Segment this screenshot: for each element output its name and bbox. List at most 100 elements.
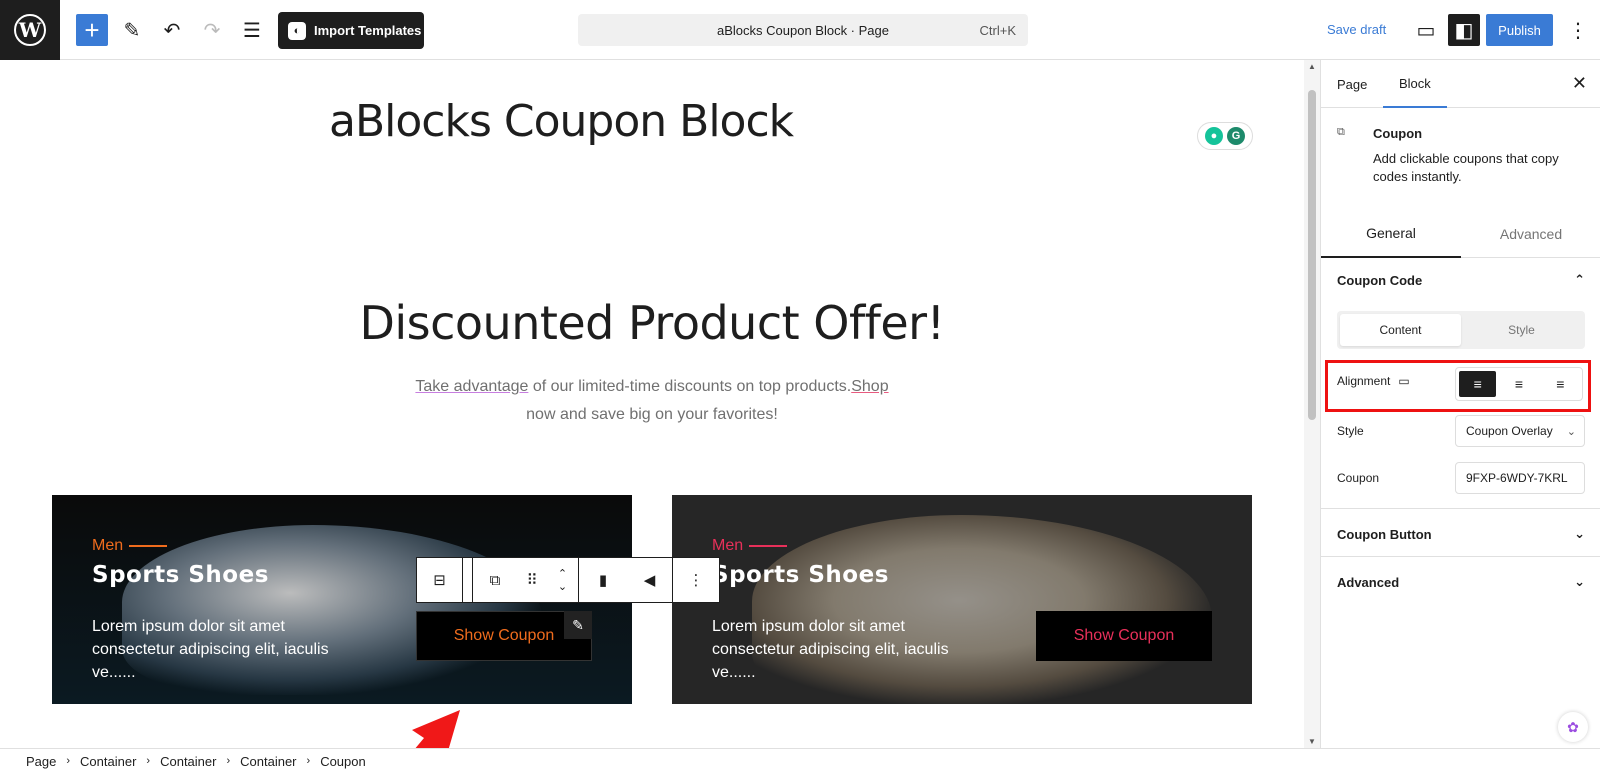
command-shortcut: Ctrl+K bbox=[979, 22, 1016, 38]
settings-panel-icon[interactable]: ◧ bbox=[1448, 14, 1480, 46]
coupon-block-icon: ⧉ bbox=[1337, 126, 1345, 138]
move-up-down-icon[interactable]: ⌃ ⌄ bbox=[547, 558, 579, 602]
breadcrumb-item[interactable]: Container bbox=[80, 754, 136, 769]
tab-advanced[interactable]: Advanced bbox=[1461, 210, 1600, 258]
coupon-block-icon[interactable]: ⧉ bbox=[473, 558, 517, 602]
scroll-up-icon[interactable]: ▲ bbox=[1308, 62, 1316, 71]
grammarly-icon: G bbox=[1227, 127, 1245, 145]
import-templates-button[interactable]: ◐ Import Templates bbox=[278, 12, 424, 49]
align-left-icon[interactable]: ≡ bbox=[1459, 371, 1497, 397]
coupon-card[interactable]: Men Sports Shoes Lorem ipsum dolor sit a… bbox=[672, 495, 1252, 704]
show-coupon-button[interactable]: Show Coupon bbox=[1036, 611, 1212, 661]
style-select-value: Coupon Overlay bbox=[1466, 424, 1553, 438]
subtext-part: Take advantage bbox=[415, 378, 529, 395]
segment-style[interactable]: Style bbox=[1461, 314, 1582, 346]
divider bbox=[1321, 556, 1600, 557]
toolbar-gap bbox=[463, 558, 473, 602]
chevron-right-icon: › bbox=[146, 755, 151, 767]
drag-handle-icon[interactable]: ⠿ bbox=[517, 558, 547, 602]
coupon-button-panel-header[interactable]: Coupon Button ⌄ bbox=[1337, 522, 1585, 546]
parent-block-icon[interactable]: ⊟ bbox=[417, 558, 463, 602]
card-description: Lorem ipsum dolor sit amet consectetur a… bbox=[712, 618, 949, 681]
save-draft-button[interactable]: Save draft bbox=[1327, 22, 1386, 37]
command-palette-title: aBlocks Coupon Block · Page bbox=[717, 22, 889, 38]
close-icon[interactable]: ✕ bbox=[1572, 73, 1587, 94]
chevron-down-icon: ⌄ bbox=[1574, 574, 1585, 589]
section-subtext[interactable]: Take advantage of our limited-time disco… bbox=[400, 373, 904, 429]
coupon-code-input[interactable]: 9FXP-6WDY-7KRL bbox=[1455, 462, 1585, 494]
wordpress-logo-icon[interactable]: W bbox=[0, 0, 60, 60]
tab-general[interactable]: General bbox=[1321, 210, 1461, 258]
align-right-icon[interactable]: ≡ bbox=[1542, 371, 1579, 397]
subtext-part: now and save big on your favorites! bbox=[526, 406, 778, 423]
block-description: Add clickable coupons that copy codes in… bbox=[1373, 151, 1559, 184]
breadcrumb-item[interactable]: Container bbox=[240, 754, 296, 769]
tag-line bbox=[749, 545, 788, 547]
sidebar-tabs: Page Block ✕ bbox=[1321, 60, 1600, 108]
chevron-right-icon: › bbox=[226, 755, 231, 767]
style-select[interactable]: Coupon Overlay ⌄ bbox=[1455, 415, 1585, 447]
breadcrumb: Page › Container › Container › Container › C… bbox=[0, 748, 1600, 773]
settings-tabs: General Advanced bbox=[1321, 210, 1600, 258]
publish-button[interactable]: Publish bbox=[1486, 14, 1553, 46]
block-toolbar: ⊟ ⧉ ⠿ ⌃ ⌄ ▮ ◀ ⋮ bbox=[416, 557, 720, 603]
add-block-button[interactable]: + bbox=[76, 14, 108, 46]
pointer-arrow-icon bbox=[412, 710, 460, 748]
desktop-icon[interactable]: ▭ bbox=[1398, 374, 1409, 388]
chevron-right-icon: › bbox=[306, 755, 311, 767]
card-tag-label: Men bbox=[92, 537, 124, 554]
scroll-down-icon[interactable]: ▼ bbox=[1308, 737, 1316, 746]
scrollbar-thumb[interactable] bbox=[1308, 90, 1316, 420]
style-label: Style bbox=[1337, 424, 1364, 438]
bulb-icon: ● bbox=[1205, 127, 1223, 145]
ai-assistant-icon[interactable]: ✿ bbox=[1558, 712, 1588, 742]
block-options-icon[interactable]: ⋮ bbox=[673, 558, 719, 602]
page-title[interactable]: aBlocks Coupon Block bbox=[329, 96, 794, 147]
panel-title: Coupon Button bbox=[1337, 526, 1432, 542]
card-title: Sports Shoes bbox=[712, 562, 889, 588]
divider bbox=[1321, 508, 1600, 509]
document-overview-icon[interactable]: ☰ bbox=[236, 14, 268, 46]
panel-title: Coupon Code bbox=[1337, 272, 1423, 288]
desktop-preview-icon[interactable]: ▭ bbox=[1410, 14, 1442, 46]
grammarly-widget[interactable]: ● G bbox=[1197, 122, 1253, 150]
panel-title: Advanced bbox=[1337, 574, 1400, 590]
card-description: Lorem ipsum dolor sit amet consectetur a… bbox=[92, 618, 329, 681]
alignment-toolbar-icon[interactable]: ◀ bbox=[627, 558, 673, 602]
breadcrumb-item[interactable]: Container bbox=[160, 754, 216, 769]
align-center-icon[interactable]: ≡ bbox=[1500, 371, 1537, 397]
chevron-down-icon: ⌄ bbox=[1566, 425, 1576, 438]
segment-content[interactable]: Content bbox=[1340, 314, 1461, 346]
comment-icon[interactable]: ▮ bbox=[579, 558, 627, 602]
alignment-label: Alignment ▭ bbox=[1337, 374, 1410, 388]
pencil-icon[interactable]: ✎ bbox=[116, 14, 148, 46]
chevron-up-icon: ⌃ bbox=[1574, 272, 1585, 287]
alignment-buttons: ≡ ≡ ≡ bbox=[1455, 367, 1583, 401]
subtext-part: of our limited-time discounts on top pro… bbox=[528, 378, 852, 395]
card-title: Sports Shoes bbox=[92, 562, 269, 588]
settings-sidebar: Page Block ✕ ⧉ Coupon Add clickable coup… bbox=[1320, 60, 1600, 748]
advanced-panel-header[interactable]: Advanced ⌄ bbox=[1337, 570, 1585, 594]
card-tag: Men bbox=[92, 537, 168, 555]
breadcrumb-item[interactable]: Coupon bbox=[320, 754, 366, 769]
chevron-down-icon: ⌄ bbox=[1574, 526, 1585, 541]
section-heading[interactable]: Discounted Product Offer! bbox=[0, 296, 1304, 350]
top-toolbar: W + ✎ ↶ ↷ ☰ ◐ Import Templates aBlocks C… bbox=[0, 0, 1600, 60]
breadcrumb-item[interactable]: Page bbox=[26, 754, 56, 769]
card-tag-label: Men bbox=[712, 537, 744, 554]
tab-page[interactable]: Page bbox=[1321, 60, 1383, 108]
coupon-label: Coupon bbox=[1337, 471, 1380, 485]
alignment-label-text: Alignment bbox=[1337, 374, 1391, 388]
chevron-right-icon: › bbox=[66, 755, 71, 767]
tab-block[interactable]: Block bbox=[1383, 60, 1447, 108]
subtext-part: Shop bbox=[851, 378, 889, 395]
coupon-code-panel-header[interactable]: Coupon Code ⌃ bbox=[1337, 268, 1585, 292]
command-palette[interactable]: aBlocks Coupon Block · Page Ctrl+K bbox=[578, 14, 1028, 46]
canvas-scrollbar[interactable]: ▲ ▼ bbox=[1304, 60, 1320, 748]
edit-link-icon[interactable]: ✎ bbox=[564, 611, 592, 639]
undo-icon[interactable]: ↶ bbox=[156, 14, 188, 46]
redo-icon[interactable]: ↷ bbox=[196, 14, 228, 46]
more-options-icon[interactable]: ⋮ bbox=[1562, 14, 1594, 46]
editor-canvas: aBlocks Coupon Block ● G Discounted Prod… bbox=[0, 60, 1304, 748]
ablocks-logo-icon: ◐ bbox=[288, 21, 306, 40]
